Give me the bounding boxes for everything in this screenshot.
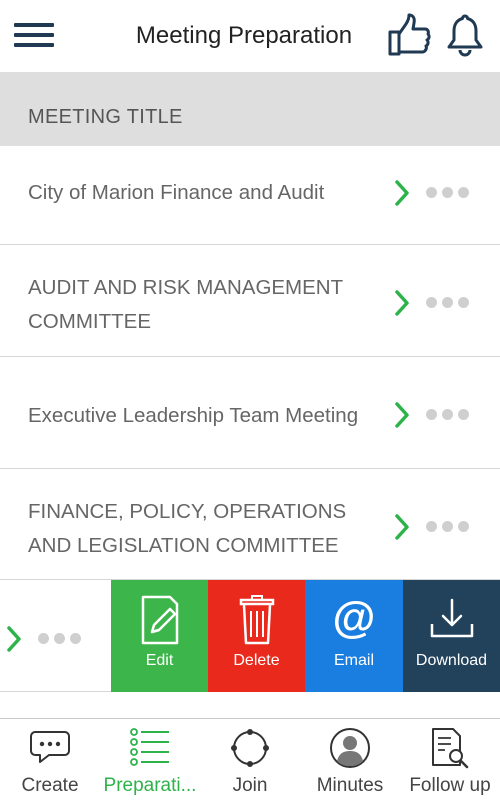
trash-icon <box>239 595 274 645</box>
more-options-icon[interactable] <box>38 633 82 645</box>
tab-follow-up[interactable]: Follow up <box>400 719 500 800</box>
tab-label: Minutes <box>316 775 384 796</box>
chat-bubble-icon <box>30 731 70 763</box>
meeting-title: Executive Leadership Team Meeting <box>28 399 398 433</box>
app-header: Meeting Preparation <box>0 0 500 72</box>
edit-label: Edit <box>145 652 174 669</box>
more-options-icon[interactable] <box>426 297 470 309</box>
edit-icon <box>141 595 178 645</box>
chevron-right-icon[interactable] <box>4 624 24 654</box>
bottom-tab-bar: Create Preparati... Join Minutes Follow … <box>0 718 500 800</box>
more-options-icon[interactable] <box>426 409 470 421</box>
page-title: Meeting Preparation <box>135 22 353 49</box>
meeting-row-swiped[interactable]: Edit Delete @ Email Download <box>0 580 500 692</box>
join-circle-icon <box>231 729 269 767</box>
meeting-row[interactable]: AUDIT AND RISK MANAGEMENT COMMITTEE <box>0 245 500 357</box>
checklist-icon <box>130 728 169 766</box>
bell-icon[interactable] <box>442 12 488 58</box>
download-label: Download <box>415 652 488 669</box>
meeting-row[interactable]: Executive Leadership Team Meeting <box>0 357 500 469</box>
tab-label: Join <box>232 775 268 796</box>
section-header: MEETING TITLE <box>0 72 500 146</box>
at-sign-icon: @ <box>333 594 376 642</box>
email-button[interactable]: @ Email <box>305 580 403 692</box>
svg-text:@: @ <box>333 594 376 642</box>
delete-button[interactable]: Delete <box>208 580 305 692</box>
email-label: Email <box>333 652 374 669</box>
meeting-title-line: COMMITTEE <box>28 310 151 333</box>
meeting-row[interactable]: FINANCE, POLICY, OPERATIONS AND LEGISLAT… <box>0 469 500 580</box>
meeting-title-line: Executive Leadership Team Meeting <box>28 404 359 427</box>
meeting-row[interactable]: City of Marion Finance and Audit <box>0 146 500 245</box>
tab-label: Follow up <box>409 775 491 796</box>
download-icon <box>430 598 473 638</box>
meeting-title: AUDIT AND RISK MANAGEMENT COMMITTEE <box>28 271 388 339</box>
tab-label: Create <box>21 775 79 796</box>
tab-join[interactable]: Join <box>200 719 300 800</box>
more-options-icon[interactable] <box>426 521 470 533</box>
meeting-title: FINANCE, POLICY, OPERATIONS AND LEGISLAT… <box>28 495 388 563</box>
document-search-icon <box>432 728 469 769</box>
meeting-title-line: AUDIT AND RISK MANAGEMENT <box>28 276 344 299</box>
download-button[interactable]: Download <box>403 580 500 692</box>
user-avatar-icon <box>330 728 370 768</box>
meeting-title-line: City of Marion Finance and Audit <box>28 181 325 204</box>
meeting-title: City of Marion Finance and Audit <box>28 176 388 210</box>
delete-label: Delete <box>233 652 280 669</box>
tab-label: Preparati... <box>103 775 197 796</box>
meeting-title-line: AND LEGISLATION COMMITTEE <box>28 534 339 557</box>
chevron-right-icon[interactable] <box>392 288 412 318</box>
tab-preparation[interactable]: Preparati... <box>100 719 200 800</box>
thumbs-up-icon[interactable] <box>386 12 432 58</box>
edit-button[interactable]: Edit <box>111 580 208 692</box>
more-options-icon[interactable] <box>426 187 470 199</box>
chevron-right-icon[interactable] <box>392 400 412 430</box>
chevron-right-icon[interactable] <box>392 178 412 208</box>
meeting-title-line: FINANCE, POLICY, OPERATIONS <box>28 500 347 523</box>
chevron-right-icon[interactable] <box>392 512 412 542</box>
tab-minutes[interactable]: Minutes <box>300 719 400 800</box>
tab-create[interactable]: Create <box>0 719 100 800</box>
